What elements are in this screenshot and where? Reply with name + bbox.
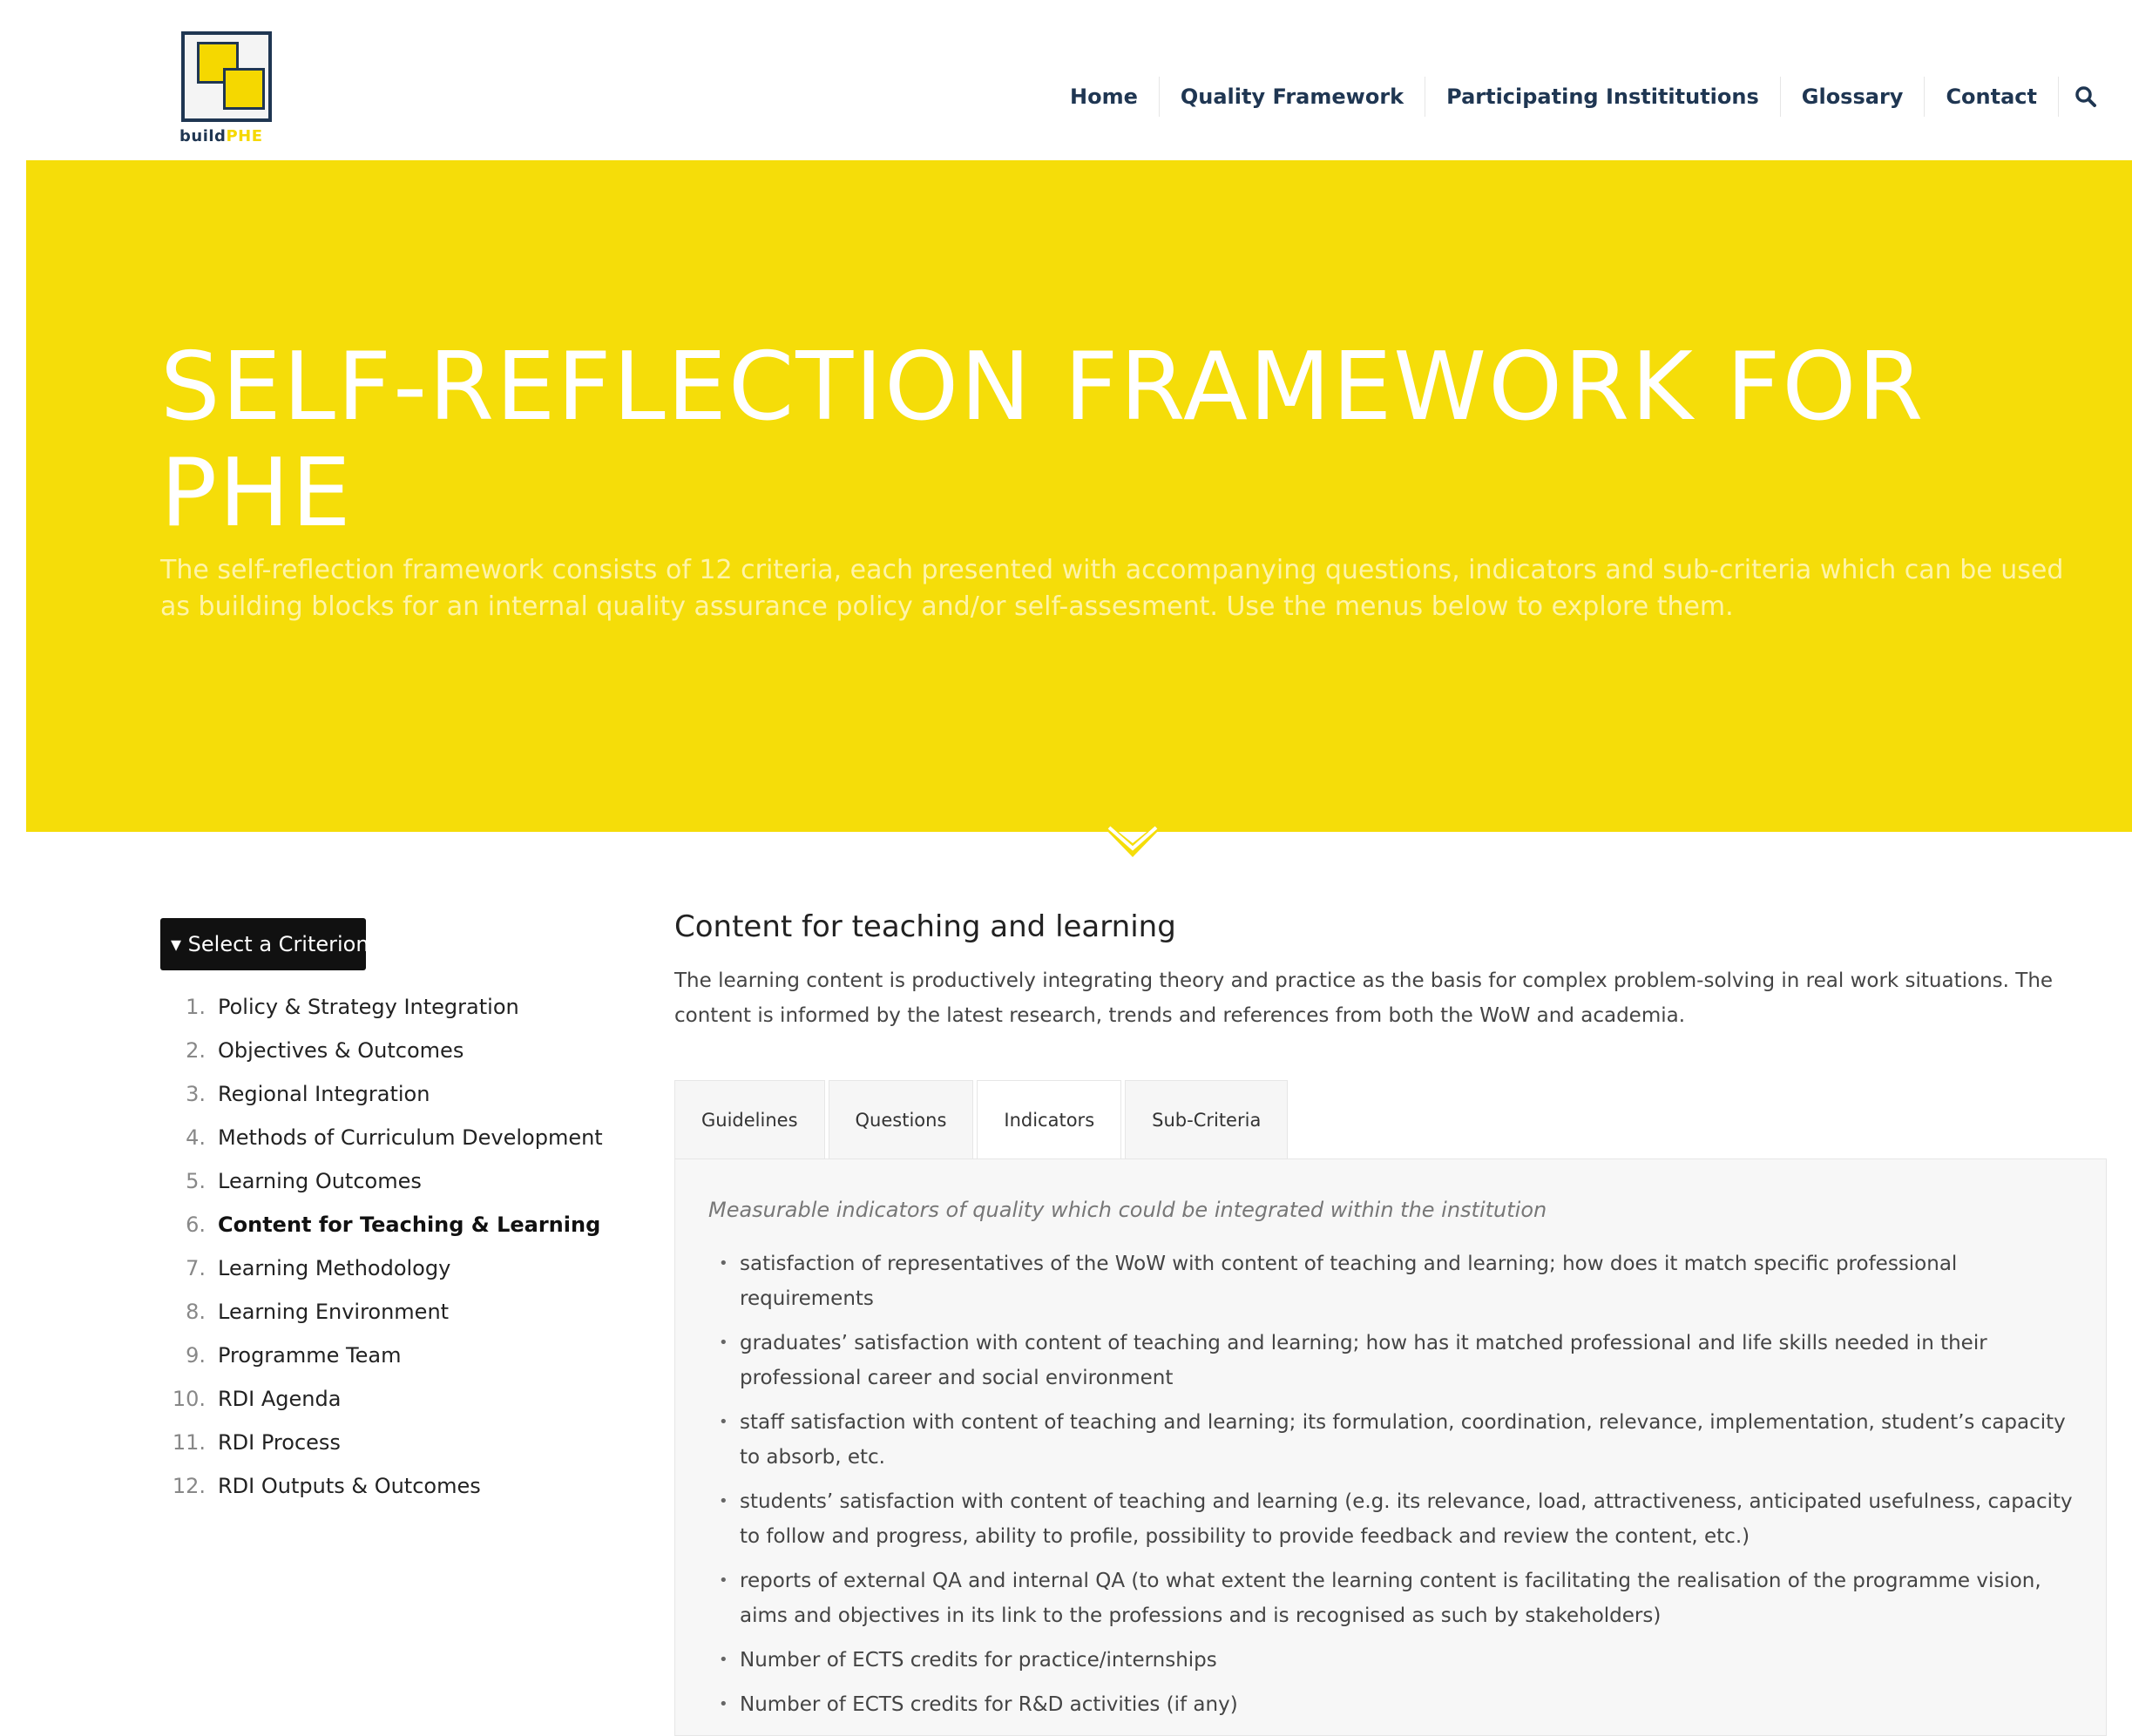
hero-title: SELF-REFLECTION FRAMEWORK FOR PHE [160,333,1926,548]
hero-subtitle: The self-reflection framework consists o… [160,555,2064,622]
indicator-item: reports of external QA and internal QA (… [708,1564,2076,1633]
indicator-item: staff satisfaction with content of teach… [708,1405,2076,1475]
nav-item-quality-framework[interactable]: Quality Framework [1160,77,1426,117]
criterion-label: Learning Environment [218,1300,450,1324]
logo-text-main: build [179,127,227,145]
criterion-item[interactable]: 8. Learning Environment [153,1294,606,1329]
criterion-label: Policy & Strategy Integration [218,995,519,1019]
site-logo[interactable]: buildPHE [155,30,294,152]
criterion-label: RDI Outputs & Outcomes [218,1474,481,1498]
criterion-number: 11. [172,1430,206,1455]
logo-text-accent: PHE [226,127,263,145]
select-criterion-button[interactable]: ▾ Select a Criterion [160,918,369,970]
indicator-item: students’ satisfaction with content of t… [708,1484,2076,1554]
criterion-title: Content for teaching and learning [674,909,1176,944]
criterion-number: 2. [186,1038,206,1063]
criterion-item-active[interactable]: 6. Content for Teaching & Learning [153,1207,606,1242]
criterion-number: 12. [172,1474,206,1498]
indicator-item: satisfaction of representatives of the W… [708,1246,2076,1316]
criterion-label: RDI Agenda [218,1387,342,1411]
main-nav: Home Quality Framework Participating Ins… [1049,77,2106,117]
logo-square-bottom [223,68,265,110]
criterion-label: Learning Outcomes [218,1169,422,1193]
criterion-item[interactable]: 11. RDI Process [153,1425,606,1460]
indicator-item: Number of ECTS credits for practice/inte… [708,1643,2076,1678]
search-button[interactable] [2066,77,2106,117]
criterion-number: 6. [186,1212,206,1237]
criterion-item[interactable]: 3. Regional Integration [153,1077,606,1111]
criterion-label: Methods of Curriculum Development [218,1125,603,1150]
criterion-number: 8. [186,1300,206,1324]
tab-panel-indicators: Measurable indicators of quality which c… [674,1158,2107,1736]
criteria-list: 1. Policy & Strategy Integration 2. Object… [153,990,606,1512]
indicator-item: graduates’ satisfaction with content of … [708,1326,2076,1395]
criterion-number: 4. [186,1125,206,1150]
criterion-item[interactable]: 2. Objectives & Outcomes [153,1033,606,1068]
criterion-description: The learning content is productively int… [674,969,2054,1027]
nav-item-contact[interactable]: Contact [1925,77,2059,117]
criterion-item[interactable]: 10. RDI Agenda [153,1381,606,1416]
criterion-item[interactable]: 4. Methods of Curriculum Development [153,1120,606,1155]
criterion-label: Regional Integration [218,1082,430,1106]
logo-text: buildPHE [179,127,263,145]
criterion-item[interactable]: 9. Programme Team [153,1338,606,1373]
panel-intro: Measurable indicators of quality which c… [708,1198,1547,1222]
criterion-label: Learning Methodology [218,1256,451,1280]
criterion-item[interactable]: 7. Learning Methodology [153,1251,606,1286]
criterion-number: 1. [186,995,206,1019]
criterion-number: 10. [172,1387,206,1411]
criterion-label: Programme Team [218,1343,402,1368]
nav-item-participating-institutions[interactable]: Participating Instititutions [1425,77,1781,117]
criterion-item[interactable]: 5. Learning Outcomes [153,1164,606,1199]
criterion-label: Objectives & Outcomes [218,1038,464,1063]
hero-banner: SELF-REFLECTION FRAMEWORK FOR PHE The se… [26,160,2132,832]
criterion-number: 5. [186,1169,206,1193]
nav-item-home[interactable]: Home [1049,77,1160,117]
criterion-number: 3. [186,1082,206,1106]
chevron-down-icon[interactable] [1102,819,1163,871]
tab-questions[interactable]: Questions [828,1080,974,1158]
criterion-number: 7. [186,1256,206,1280]
nav-item-glossary[interactable]: Glossary [1781,77,1926,117]
criterion-label: RDI Process [218,1430,341,1455]
tab-indicators[interactable]: Indicators [977,1080,1122,1158]
search-icon [2075,86,2096,107]
indicator-item: Number of ECTS credits for R&D activitie… [708,1687,2076,1722]
criterion-label: Content for Teaching & Learning [218,1212,601,1237]
indicators-list: satisfaction of representatives of the W… [708,1246,2076,1732]
tab-guidelines[interactable]: Guidelines [674,1080,825,1158]
criterion-item[interactable]: 12. RDI Outputs & Outcomes [153,1469,606,1503]
tab-sub-criteria[interactable]: Sub-Criteria [1125,1080,1289,1158]
criterion-item[interactable]: 1. Policy & Strategy Integration [153,990,606,1024]
criterion-number: 9. [186,1343,206,1368]
criterion-tabs: Guidelines Questions Indicators Sub-Crit… [674,1080,1291,1158]
